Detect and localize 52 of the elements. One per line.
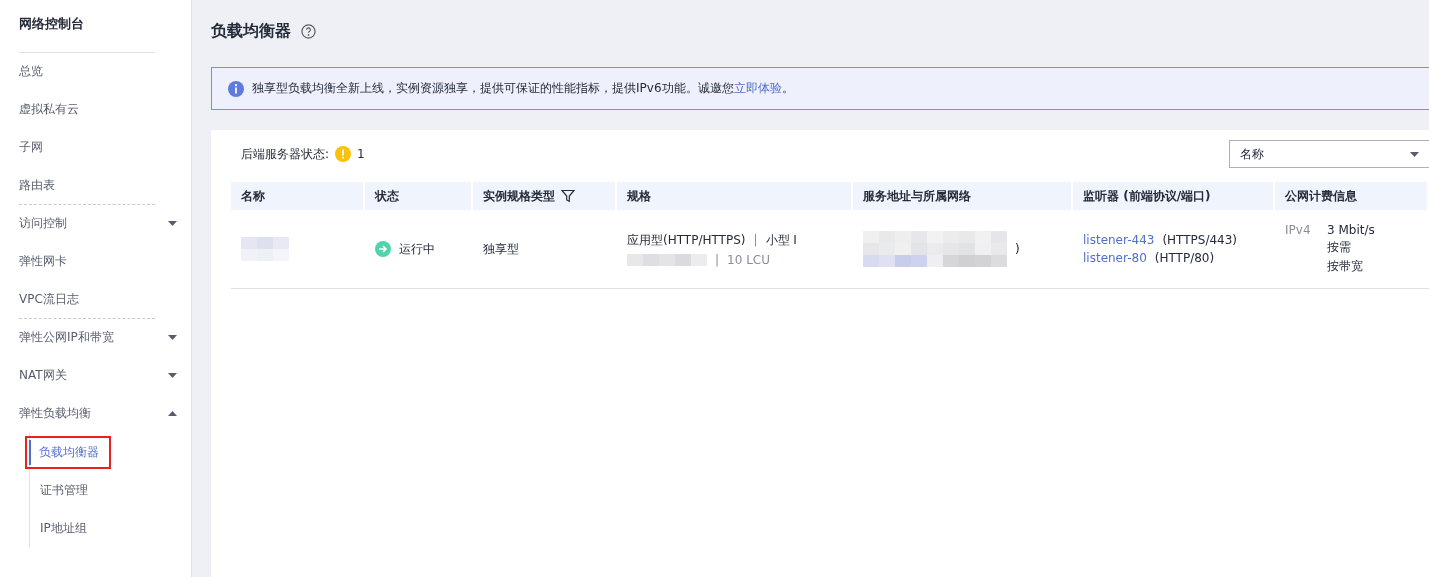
spec-lcu: 10 LCU bbox=[727, 252, 770, 267]
status-text: 运行中 bbox=[399, 240, 435, 258]
column-header: 服务地址与所属网络 bbox=[853, 182, 1073, 210]
table-cell-text: 独享型 bbox=[483, 240, 520, 258]
sidebar-item[interactable]: 子网 bbox=[19, 129, 191, 167]
caret-down-icon bbox=[1410, 151, 1419, 157]
search-field-select[interactable]: 名称 bbox=[1229, 140, 1429, 168]
sidebar-item[interactable]: VPC流日志 bbox=[19, 281, 155, 319]
filter-icon[interactable] bbox=[561, 189, 575, 203]
sidebar-item[interactable]: 弹性负载均衡 bbox=[19, 395, 191, 433]
column-header: 公网计费信息 bbox=[1275, 182, 1429, 210]
info-icon bbox=[228, 80, 244, 97]
address-suffix: ) bbox=[1015, 242, 1020, 256]
sidebar-subitem[interactable]: IP地址组 bbox=[30, 515, 95, 541]
backend-status-label: 后端服务器状态: bbox=[241, 145, 330, 163]
column-header: 规格 bbox=[617, 182, 853, 210]
billing-mode: 按需 bbox=[1327, 239, 1352, 256]
blurred-text-drawing bbox=[241, 237, 289, 261]
listener-protocol: (HTTP/80) bbox=[1154, 251, 1215, 265]
sidebar-item[interactable]: 弹性网卡 bbox=[19, 243, 191, 281]
caret-down-icon bbox=[168, 221, 177, 226]
caret-down-icon bbox=[168, 373, 177, 378]
try-now-link[interactable]: 立即体验 bbox=[733, 81, 782, 95]
column-header: 监听器 (前端协议/端口) bbox=[1073, 182, 1275, 210]
bandwidth: 3 Mbit/s bbox=[1327, 223, 1376, 237]
warning-icon bbox=[335, 146, 352, 162]
column-header: 名称 bbox=[231, 182, 365, 210]
console-title: 网络控制台 bbox=[19, 0, 155, 53]
spec-type: 应用型(HTTP/HTTPS) bbox=[627, 231, 746, 249]
help-icon[interactable] bbox=[301, 23, 316, 39]
sidebar-subitem[interactable]: 证书管理 bbox=[30, 477, 96, 503]
listener-link[interactable]: listener-80 bbox=[1083, 251, 1147, 265]
separator: | bbox=[715, 252, 720, 267]
sidebar-item[interactable]: NAT网关 bbox=[19, 357, 191, 395]
spec-size: 小型 I bbox=[765, 231, 797, 249]
charge-type: 按带宽 bbox=[1327, 258, 1364, 275]
sidebar-item[interactable]: 路由表 bbox=[19, 167, 155, 205]
notice-text: 独享型负载均衡全新上线，实例资源独享，提供可保证的性能指标，提供IPv6功能。诚邀您立即体验。 bbox=[252, 80, 794, 97]
separator: | bbox=[753, 233, 758, 247]
sidebar-item[interactable]: 访问控制 bbox=[19, 205, 191, 243]
caret-down-icon bbox=[168, 335, 177, 340]
sidebar-item[interactable]: 总览 bbox=[19, 53, 191, 91]
column-header: 实例规格类型 bbox=[473, 182, 617, 210]
page-title: 负载均衡器 bbox=[211, 20, 291, 42]
ip-version: IPv4 bbox=[1285, 223, 1312, 237]
sidebar-item[interactable]: 虚拟私有云 bbox=[19, 91, 191, 129]
listener-link[interactable]: listener-443 bbox=[1083, 233, 1155, 247]
column-header: 状态 bbox=[365, 182, 473, 210]
warning-count[interactable]: 1 bbox=[357, 147, 365, 161]
listener-protocol: (HTTPS/443) bbox=[1162, 233, 1238, 247]
caret-up-icon bbox=[168, 411, 177, 416]
sidebar-item[interactable]: 弹性公网IP和带宽 bbox=[19, 319, 191, 357]
